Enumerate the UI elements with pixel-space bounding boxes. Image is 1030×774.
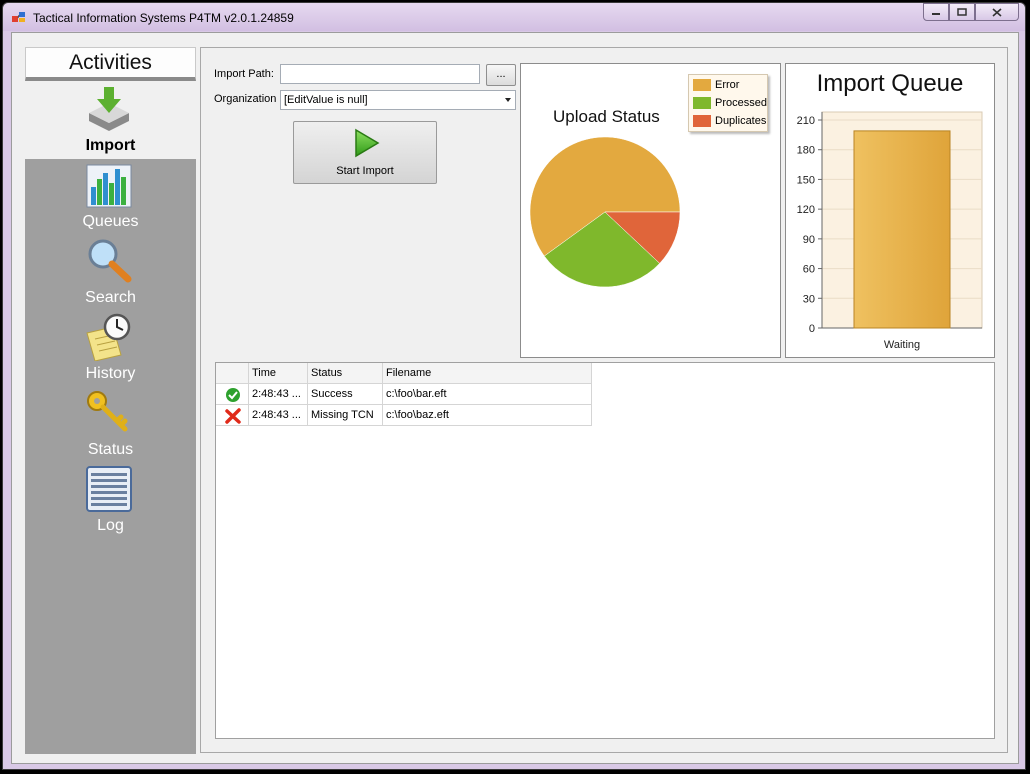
status-icon-cell [216, 384, 249, 405]
bar-chart-svg: 0 30 60 90 120 150 180 210 Waiting [797, 111, 983, 351]
minimize-button[interactable] [923, 3, 949, 21]
activities-sidebar: Activities Import Queues Search History … [25, 47, 196, 754]
client-area: Activities Import Queues Search History … [11, 32, 1019, 764]
import-path-input[interactable] [280, 64, 480, 84]
sidebar-item-label: Queues [82, 213, 139, 230]
import-results-grid: Time Status Filename 2:48:43 ... Success… [215, 362, 995, 739]
legend-swatch [693, 79, 711, 91]
status-cell: Success [308, 384, 383, 405]
y-tick-label: 150 [797, 174, 815, 186]
column-header[interactable] [216, 363, 249, 384]
browse-button[interactable]: ... [486, 64, 516, 86]
y-tick-label: 60 [803, 264, 815, 276]
sidebar-item-status[interactable]: Status [25, 389, 196, 465]
column-header-filename[interactable]: Filename [383, 363, 592, 384]
status-icon-cell [216, 405, 249, 426]
success-check-icon [226, 388, 240, 402]
y-tick-label: 120 [797, 204, 815, 216]
keys-icon [87, 391, 128, 432]
maximize-button[interactable] [949, 3, 975, 21]
upload-status-chart: Upload Status Error Processed Duplicates [520, 63, 781, 358]
sidebar-item-label: History [85, 365, 136, 382]
status-cell: Missing TCN [308, 405, 383, 426]
clock-notes-icon [86, 313, 131, 361]
sidebar-item-queues[interactable]: Queues [25, 161, 196, 237]
y-tick-label: 210 [797, 115, 815, 127]
filename-cell: c:\foo\baz.eft [383, 405, 592, 426]
magnifier-icon [88, 239, 132, 283]
sidebar-item-history[interactable]: History [25, 313, 196, 389]
start-import-button[interactable]: Start Import [293, 121, 437, 184]
activities-header: Activities [25, 47, 196, 81]
sidebar-item-search[interactable]: Search [25, 237, 196, 313]
x-tick-label: Waiting [884, 339, 920, 351]
import-queue-chart: Import Queue 0 30 60 90 120 150 180 210 Waiting [785, 63, 995, 358]
dropdown-arrow-icon[interactable] [505, 98, 511, 102]
app-window: Tactical Information Systems P4TM v2.0.1… [2, 2, 1026, 770]
organization-label: Organization [214, 93, 277, 105]
filename-cell: c:\foo\bar.eft [383, 384, 592, 405]
import-icon [89, 87, 129, 131]
sidebar-item-label: Import [85, 137, 136, 154]
sidebar-item-import[interactable]: Import [25, 85, 196, 161]
legend-label: Error [715, 79, 740, 91]
close-icon [992, 7, 1002, 17]
error-x-icon [225, 408, 241, 424]
y-tick-label: 0 [809, 323, 815, 335]
log-list-icon [86, 466, 132, 512]
y-tick-label: 30 [803, 293, 815, 305]
column-header-status[interactable]: Status [308, 363, 383, 384]
app-icon [12, 12, 25, 22]
sidebar-item-label: Status [87, 441, 134, 458]
legend-label: Duplicates [715, 115, 767, 127]
legend-swatch [693, 97, 711, 109]
maximize-icon [957, 8, 967, 16]
y-tick-label: 180 [797, 145, 815, 157]
organization-value: [EditValue is null] [284, 94, 368, 106]
window-title: Tactical Information Systems P4TM v2.0.1… [33, 11, 294, 25]
time-cell: 2:48:43 ... [249, 405, 308, 426]
sidebar-item-label: Log [97, 517, 124, 534]
import-path-label: Import Path: [214, 68, 274, 80]
minimize-icon [932, 13, 940, 15]
y-tick-label: 90 [803, 234, 815, 246]
sidebar-item-label: Search [85, 289, 136, 306]
close-button[interactable] [975, 3, 1019, 21]
title-bar[interactable]: Tactical Information Systems P4TM v2.0.1… [3, 3, 1025, 31]
play-icon [355, 128, 380, 158]
sidebar-item-log[interactable]: Log [25, 465, 196, 541]
bar-waiting [853, 130, 951, 329]
organization-dropdown[interactable]: [EditValue is null] [280, 90, 516, 110]
bar-chart-icon [86, 164, 132, 208]
chart-legend: Error Processed Duplicates [688, 74, 768, 132]
start-import-label: Start Import [336, 165, 394, 177]
legend-label: Processed [715, 97, 767, 109]
time-cell: 2:48:43 ... [249, 384, 308, 405]
column-header-time[interactable]: Time [249, 363, 308, 384]
legend-swatch [693, 115, 711, 127]
window-controls [923, 3, 1019, 23]
